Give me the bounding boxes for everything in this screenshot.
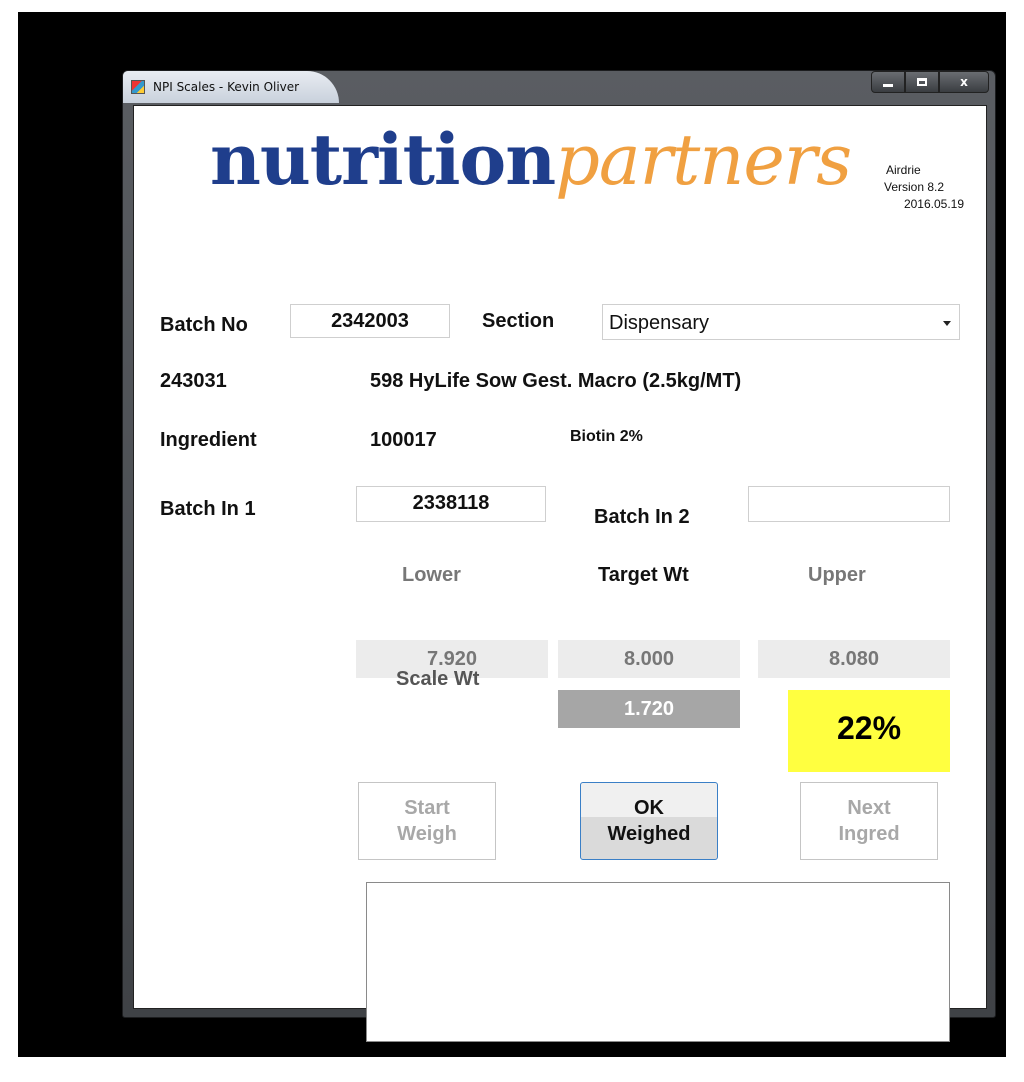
minimize-icon (883, 83, 893, 87)
logo-text-nutrition: nutrition (210, 118, 556, 201)
scale-wt-label: Scale Wt (396, 668, 480, 690)
version-date: 2016.05.19 (903, 197, 964, 211)
ok-weighed-line2: Weighed (607, 823, 691, 845)
title-bar[interactable]: NPI Scales - Kevin Oliver x (123, 71, 995, 103)
product-name: 598 HyLife Sow Gest. Macro (2.5kg/MT) (370, 370, 742, 392)
maximize-icon (917, 78, 927, 86)
product-code: 243031 (160, 370, 227, 392)
title-tab: NPI Scales - Kevin Oliver (123, 71, 339, 103)
batch-in-1-field[interactable]: 2338118 (356, 486, 546, 522)
logo-text-partners: partners (555, 119, 852, 201)
lower-label: Lower (402, 564, 461, 586)
scale-wt-value: 1.720 (558, 690, 740, 728)
app-version: Version 8.2 (884, 180, 945, 194)
start-weigh-button[interactable]: Start Weigh (358, 782, 496, 860)
start-weigh-line1: Start (404, 797, 450, 819)
client-area: nutritionpartners Airdrie Version 8.2 20… (133, 105, 987, 1042)
maximize-button[interactable] (905, 71, 939, 93)
message-log[interactable] (366, 882, 950, 1042)
upper-value: 8.080 (758, 640, 950, 678)
upper-label: Upper (808, 564, 866, 586)
start-weigh-line2: Weigh (397, 823, 457, 845)
section-select[interactable]: Dispensary (602, 304, 960, 340)
window-controls: x (871, 71, 989, 93)
company-logo: nutritionpartners (210, 118, 852, 208)
batch-in-2-label: Batch In 2 (594, 506, 690, 528)
next-ingred-line1: Next (847, 797, 891, 819)
next-ingred-button[interactable]: Next Ingred (800, 782, 938, 860)
backdrop (0, 0, 18, 1082)
batch-in-2-field[interactable] (748, 486, 950, 522)
section-label: Section (482, 310, 555, 332)
percent-indicator: 22% (788, 690, 950, 772)
ok-weighed-button[interactable]: OK Weighed (580, 782, 718, 860)
ingredient-label: Ingredient (160, 429, 257, 451)
minimize-button[interactable] (871, 71, 905, 93)
batch-in-1-label: Batch In 1 (160, 498, 256, 520)
section-selected-value: Dispensary (609, 312, 710, 334)
site-location: Airdrie (886, 163, 921, 177)
ok-weighed-line1: OK (634, 797, 664, 819)
chevron-down-icon (943, 321, 951, 326)
target-value: 8.000 (558, 640, 740, 678)
backdrop (0, 1057, 1024, 1082)
app-window: NPI Scales - Kevin Oliver x nutritionpar… (122, 70, 996, 1042)
close-icon: x (960, 75, 968, 89)
backdrop (0, 0, 1024, 12)
batch-no-label: Batch No (160, 314, 248, 336)
window-title: NPI Scales - Kevin Oliver (153, 80, 300, 94)
target-wt-label: Target Wt (598, 564, 689, 586)
ingredient-code: 100017 (370, 429, 437, 451)
close-button[interactable]: x (939, 71, 989, 93)
app-icon[interactable] (131, 80, 145, 94)
next-ingred-line2: Ingred (838, 823, 900, 845)
backdrop (1006, 0, 1024, 1082)
ingredient-name: Biotin 2% (570, 428, 643, 445)
batch-no-field[interactable]: 2342003 (290, 304, 450, 338)
site-info: Airdrie Version 8.2 2016.05.19 (884, 162, 964, 213)
